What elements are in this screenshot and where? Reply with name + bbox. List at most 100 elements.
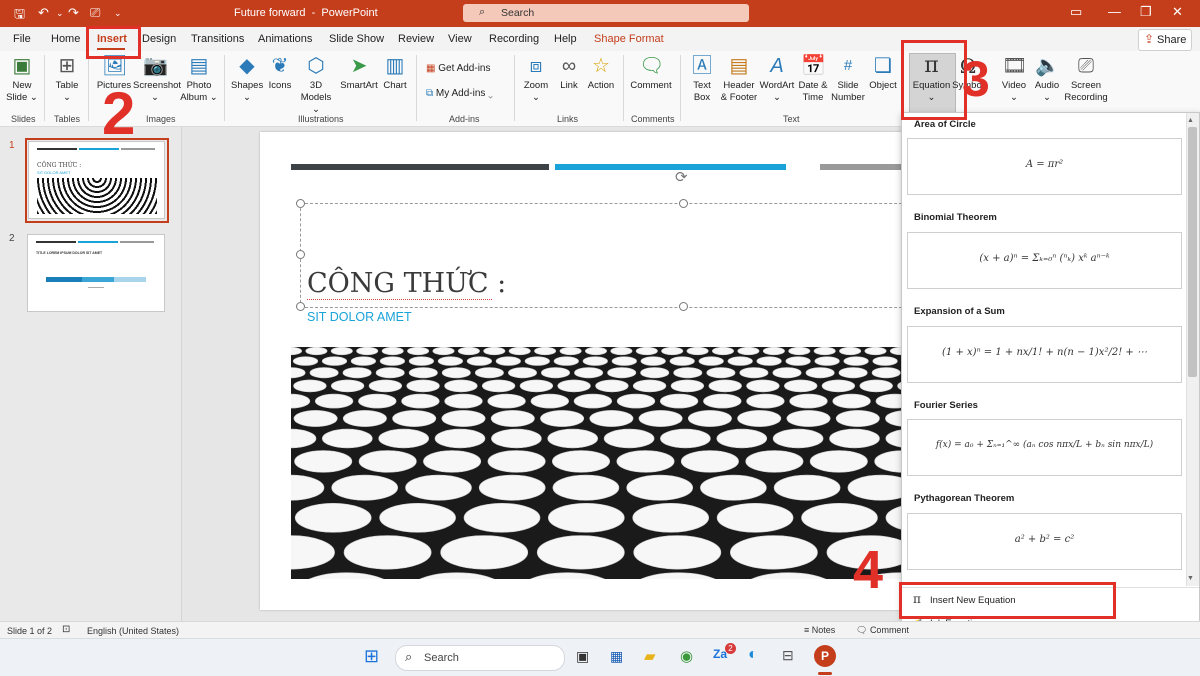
equation-heading: Expansion of a Sum [914,306,1005,317]
equation-item-area-of-circle[interactable]: A = πr² [907,138,1182,195]
language-indicator[interactable]: English (United States) [87,626,179,636]
maximize-icon[interactable]: ❐ [1140,4,1152,20]
chart-button[interactable]: ▥ Chart [381,54,409,92]
resize-handle[interactable] [296,199,305,208]
video-button[interactable]: 🎞 Video⌄ [998,54,1030,104]
tab-file[interactable]: File [13,33,31,45]
slide-thumbnail-1[interactable]: CÔNG THỨC : SIT DOLOR AMET [28,141,165,219]
slide-thumbnail-2[interactable]: TITLE LOREM IPSUM DOLOR SIT AMET [27,234,165,312]
undo-dropdown-icon[interactable]: ⌄ [56,8,64,19]
object-button[interactable]: ❏ Object [867,54,899,92]
disc-shape [482,380,515,392]
accessibility-icon[interactable]: ⊡ [62,624,70,635]
resize-handle[interactable] [679,302,688,311]
scroll-down-icon[interactable]: ▼ [1187,575,1194,582]
screenshot-button[interactable]: 📷 Screenshot⌄ [133,54,177,104]
present-icon[interactable]: ⎚ [90,5,100,21]
disc-shape [790,394,828,408]
task-view-icon[interactable]: ▣ [576,648,589,665]
disc-shape [479,475,545,500]
customize-qat-icon[interactable]: ⌄ [114,8,122,19]
tab-recording[interactable]: Recording [489,33,539,45]
equation-item-binomial-theorem[interactable]: (x + a)ⁿ = Σₖ₌₀ⁿ (ⁿₖ) xᵏ aⁿ⁻ᵏ [907,232,1182,289]
close-icon[interactable]: ✕ [1172,4,1183,20]
smartart-button[interactable]: ➤ SmartArt [338,54,380,92]
annotation-box-insert-new-equation [899,582,1116,619]
group-separator [680,55,681,121]
disc-shape [306,347,327,355]
audio-button[interactable]: 🔈 Audio⌄ [1031,54,1063,104]
equation-item-expansion-of-sum[interactable]: (1 + x)ⁿ = 1 + nx/1! + n(n − 1)x²/2! + ⋯ [907,326,1182,383]
wordart-button[interactable]: A WordArt⌄ [758,54,796,104]
disc-shape [636,347,657,355]
tab-animations[interactable]: Animations [258,33,312,45]
disc-shape [574,368,602,378]
app-icon-grid[interactable]: ⊟ [782,647,794,664]
equation-item-pythagorean-theorem[interactable]: a² + b² = c² [907,513,1182,570]
screen-recording-button[interactable]: ⎚ ScreenRecording [1062,54,1110,104]
share-button[interactable]: ⇪ Share [1138,29,1192,51]
tab-view[interactable]: View [448,33,472,45]
my-addins-button[interactable]: ⧉ My Add-ins ⌄ [426,88,493,99]
tab-home[interactable]: Home [51,33,80,45]
notes-button[interactable]: ≡ Notes [804,625,835,635]
resize-handle[interactable] [679,199,688,208]
group-separator [44,55,45,121]
date-time-button[interactable]: 📅 Date &Time [796,54,830,104]
tab-slideshow[interactable]: Slide Show [329,33,384,45]
tab-help[interactable]: Help [554,33,577,45]
new-slide-button[interactable]: ▣ NewSlide ⌄ [6,54,38,104]
tab-transitions[interactable]: Transitions [191,33,244,45]
tab-design[interactable]: Design [142,33,176,45]
slide-number-button[interactable]: # SlideNumber [829,54,867,104]
tab-shape-format[interactable]: Shape Format [594,33,664,45]
action-button[interactable]: ☆ Action [585,54,617,92]
header-footer-button[interactable]: ▤ Header& Footer [719,54,759,104]
scrollbar-thumb[interactable] [1188,127,1197,377]
slide-subtitle[interactable]: SIT DOLOR AMET [307,310,412,324]
comment-button[interactable]: 🗨 Comment [628,54,674,92]
save-icon[interactable]: 🖫 [14,5,25,27]
tab-review[interactable]: Review [398,33,434,45]
disc-shape [467,357,492,366]
resize-handle[interactable] [296,250,305,259]
equation-gallery: ▲ ▼ Area of Circle A = πr² Binomial Theo… [901,112,1200,636]
undo-icon[interactable]: ↶ [38,5,49,21]
disc-shape [872,368,900,378]
disc-shape [331,380,364,392]
photo-album-button[interactable]: ▤ PhotoAlbum ⌄ [180,54,218,104]
file-explorer-icon[interactable]: ▰ [644,647,656,665]
disc-shape [332,475,398,500]
minimize-icon[interactable]: — [1108,4,1121,19]
zoom-button[interactable]: ⧈ Zoom⌄ [520,54,552,104]
edge-icon[interactable]: ◐ [748,646,758,664]
taskbar-search[interactable]: ⌕ Search [395,645,565,671]
link-button[interactable]: ∞ Link [555,54,583,92]
disc-shape [433,347,454,355]
comments-button[interactable]: 🗨 Comment [856,625,909,636]
icons-button[interactable]: ❦ Icons [266,54,294,92]
equation-item-fourier-series[interactable]: f(x) = a₀ + Σₙ₌₁^∞ (aₙ cos nπx/L + bₙ si… [907,419,1182,476]
ribbon-display-icon[interactable]: ▭ [1070,4,1082,20]
disc-shape [773,368,801,378]
slide-1[interactable]: ⟳ CÔNG THỨC : SIT DOLOR AMET [260,132,960,610]
disc-shape [747,380,780,392]
text-box-button[interactable]: 🄰 TextBox [687,54,717,104]
slide-title[interactable]: CÔNG THỨC : [307,268,506,299]
disc-shape [873,357,898,366]
app-icon-green[interactable]: ◉ [680,647,693,665]
windows-start-icon[interactable]: ⊞ [364,646,379,667]
redo-icon[interactable]: ↷ [68,5,79,21]
shapes-button[interactable]: ◆ Shapes⌄ [231,54,263,104]
store-app-icon[interactable]: ▦ [610,648,623,665]
rotate-handle-icon[interactable]: ⟳ [675,168,688,186]
powerpoint-taskbar-icon[interactable]: P [814,645,836,667]
disc-shape [660,394,698,408]
resize-handle[interactable] [296,302,305,311]
table-button[interactable]: ⊞ Table⌄ [52,54,82,104]
new-slide-icon: ▣ [10,54,34,78]
search-box[interactable]: ⌕ Search [463,4,749,22]
scroll-up-icon[interactable]: ▲ [1187,117,1194,124]
3d-models-button[interactable]: ⬡ 3DModels ⌄ [296,54,336,116]
get-addins-button[interactable]: ▦ Get Add-ins [426,63,491,74]
